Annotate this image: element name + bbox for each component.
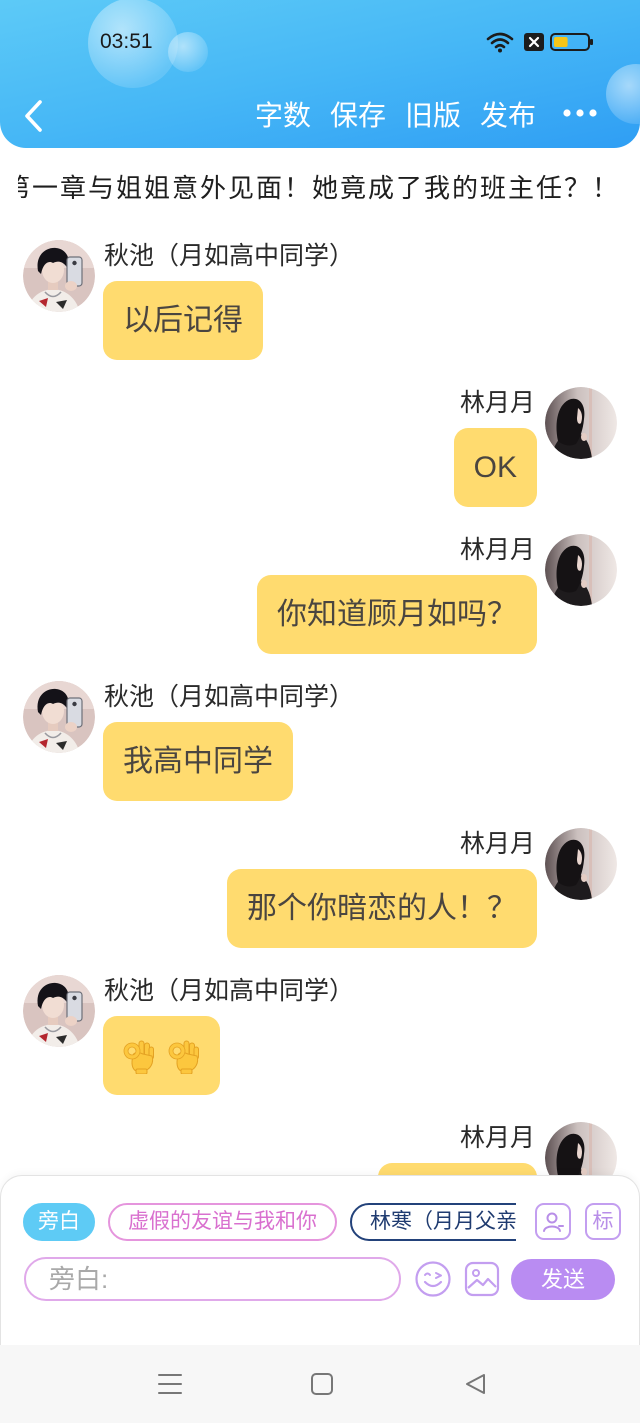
- battery-icon: [550, 33, 593, 51]
- role-selector[interactable]: 旁白 虚假的友谊与我和你 林寒（月月父亲）: [23, 1203, 516, 1241]
- image-icon[interactable]: [464, 1261, 500, 1297]
- avatar[interactable]: [23, 240, 95, 312]
- header-actions: 字数 保存 旧版 发布: [255, 96, 536, 136]
- chapter-title-bar[interactable]: 第一章与姐姐意外见面！她竟成了我的班主任？！: [18, 165, 630, 211]
- message-row: 秋池（月如高中同学） 以后记得: [0, 240, 640, 360]
- composer-panel: 旁白 虚假的友谊与我和你 林寒（月月父亲） 标 发送: [0, 1175, 640, 1345]
- avatar[interactable]: [23, 681, 95, 753]
- more-dots-icon[interactable]: [560, 104, 600, 122]
- battery-level-fill: [554, 37, 568, 47]
- word-count-button[interactable]: 字数: [255, 96, 311, 136]
- message-row: 林月月 你知道顾月如吗？: [0, 534, 640, 654]
- ok-hand-icon: [168, 1038, 200, 1074]
- tag-button[interactable]: 标: [585, 1203, 621, 1240]
- role-chip-narrator[interactable]: 旁白: [23, 1203, 95, 1241]
- save-button[interactable]: 保存: [330, 96, 386, 136]
- message-input[interactable]: [24, 1257, 401, 1301]
- message-bubble[interactable]: 以后记得: [103, 281, 263, 360]
- status-time: 03:51: [100, 30, 153, 53]
- no-sim-icon: [524, 33, 544, 51]
- sender-name: 林月月: [459, 830, 535, 858]
- sender-name: 林月月: [459, 1124, 535, 1152]
- sender-name: 林月月: [459, 536, 535, 564]
- message-row: 林月月 那个你暗恋的人！？: [0, 828, 640, 948]
- publish-button[interactable]: 发布: [480, 96, 536, 136]
- avatar[interactable]: [545, 534, 617, 606]
- message-row: 秋池（月如高中同学）: [0, 975, 640, 1095]
- avatar[interactable]: [545, 828, 617, 900]
- system-navigation-bar: [0, 1345, 640, 1423]
- role-manage-button[interactable]: [535, 1203, 571, 1240]
- menu-icon[interactable]: [157, 1372, 183, 1396]
- role-chip[interactable]: 虚假的友谊与我和你: [108, 1203, 337, 1241]
- wifi-icon: [486, 32, 514, 53]
- avatar[interactable]: [23, 975, 95, 1047]
- decorative-bubble: [168, 32, 208, 72]
- sender-name: 秋池（月如高中同学）: [104, 977, 355, 1005]
- chapter-title: 第一章与姐姐意外见面！她竟成了我的班主任？！: [18, 173, 621, 203]
- message-bubble[interactable]: 那个你暗恋的人！？: [227, 869, 537, 948]
- message-bubble[interactable]: [103, 1016, 220, 1095]
- sender-name: 秋池（月如高中同学）: [104, 242, 355, 270]
- message-bubble[interactable]: 你知道顾月如吗？: [257, 575, 537, 654]
- chevron-left-icon[interactable]: [20, 98, 50, 134]
- back-triangle-icon[interactable]: [463, 1372, 489, 1396]
- home-square-icon[interactable]: [309, 1372, 335, 1396]
- sender-name: 秋池（月如高中同学）: [104, 683, 355, 711]
- message-bubble[interactable]: 我高中同学: [103, 722, 293, 801]
- message-bubble[interactable]: OK: [453, 428, 537, 507]
- sender-name: 林月月: [459, 389, 535, 417]
- chat-list[interactable]: 秋池（月如高中同学） 以后记得 林月月 OK 林月月 你知道顾月如吗？ 秋池（月…: [0, 240, 640, 1269]
- avatar[interactable]: [545, 387, 617, 459]
- ok-hand-icon: [123, 1038, 155, 1074]
- person-card-icon: [543, 1212, 564, 1232]
- old-version-button[interactable]: 旧版: [405, 96, 461, 136]
- message-row: 秋池（月如高中同学） 我高中同学: [0, 681, 640, 801]
- send-button[interactable]: 发送: [511, 1259, 615, 1300]
- role-chip[interactable]: 林寒（月月父亲）: [350, 1203, 516, 1241]
- smiley-icon[interactable]: [414, 1260, 452, 1298]
- app-header: 03:51 字数 保存 旧版 发布: [0, 0, 640, 148]
- decorative-bubble: [606, 64, 640, 124]
- message-row: 林月月 OK: [0, 387, 640, 507]
